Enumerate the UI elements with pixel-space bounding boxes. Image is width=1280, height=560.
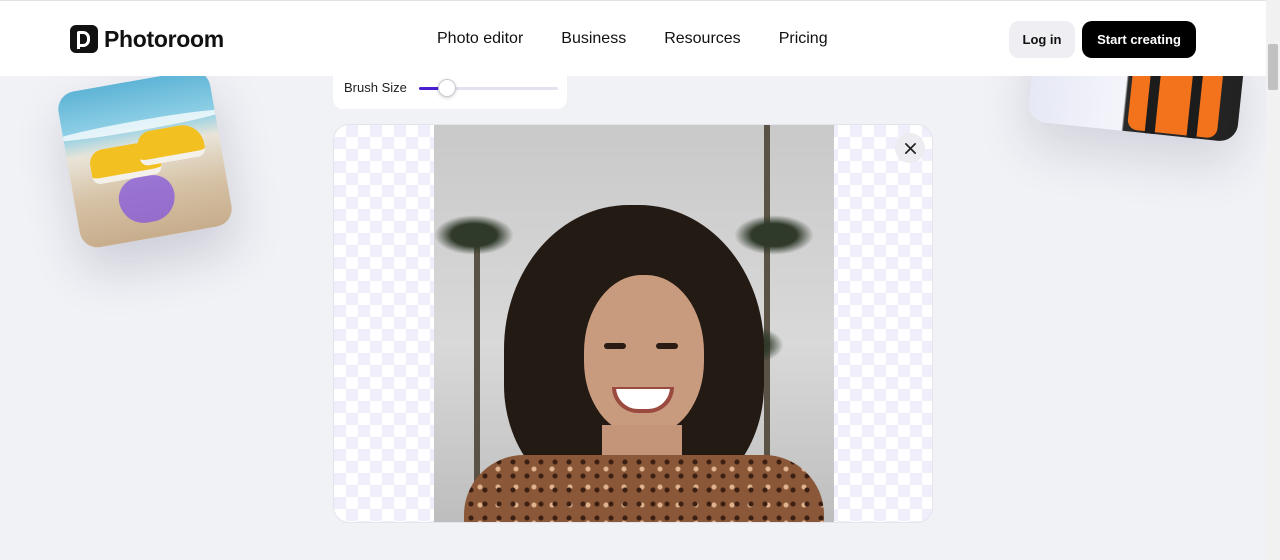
site-header: Photoroom Photo editor Business Resource… [0, 0, 1266, 76]
nav-pricing[interactable]: Pricing [779, 30, 828, 48]
brush-size-label: Brush Size [344, 80, 407, 95]
logo-icon [70, 25, 98, 53]
page-scrollbar[interactable] [1266, 0, 1280, 560]
logo-text: Photoroom [104, 25, 224, 52]
sneakers-example-image [55, 67, 235, 251]
close-button[interactable] [895, 133, 925, 163]
main-nav: Photo editor Business Resources Pricing [437, 30, 866, 48]
portrait-photo[interactable] [434, 125, 834, 522]
nav-resources[interactable]: Resources [664, 30, 740, 48]
slider-thumb[interactable] [437, 78, 456, 97]
nav-photo-editor[interactable]: Photo editor [437, 30, 523, 48]
login-button[interactable]: Log in [1009, 21, 1075, 58]
logo[interactable]: Photoroom [70, 25, 224, 53]
brush-mask-overlay [115, 171, 179, 227]
brush-size-slider[interactable] [418, 78, 558, 97]
editor-canvas[interactable] [333, 124, 933, 523]
scrollbar-thumb[interactable] [1268, 44, 1278, 90]
page: Brush Size Photoroom Photo editor Busine… [0, 0, 1280, 560]
start-creating-button[interactable]: Start creating [1082, 21, 1196, 58]
nav-business[interactable]: Business [561, 30, 626, 48]
close-icon [904, 142, 916, 154]
